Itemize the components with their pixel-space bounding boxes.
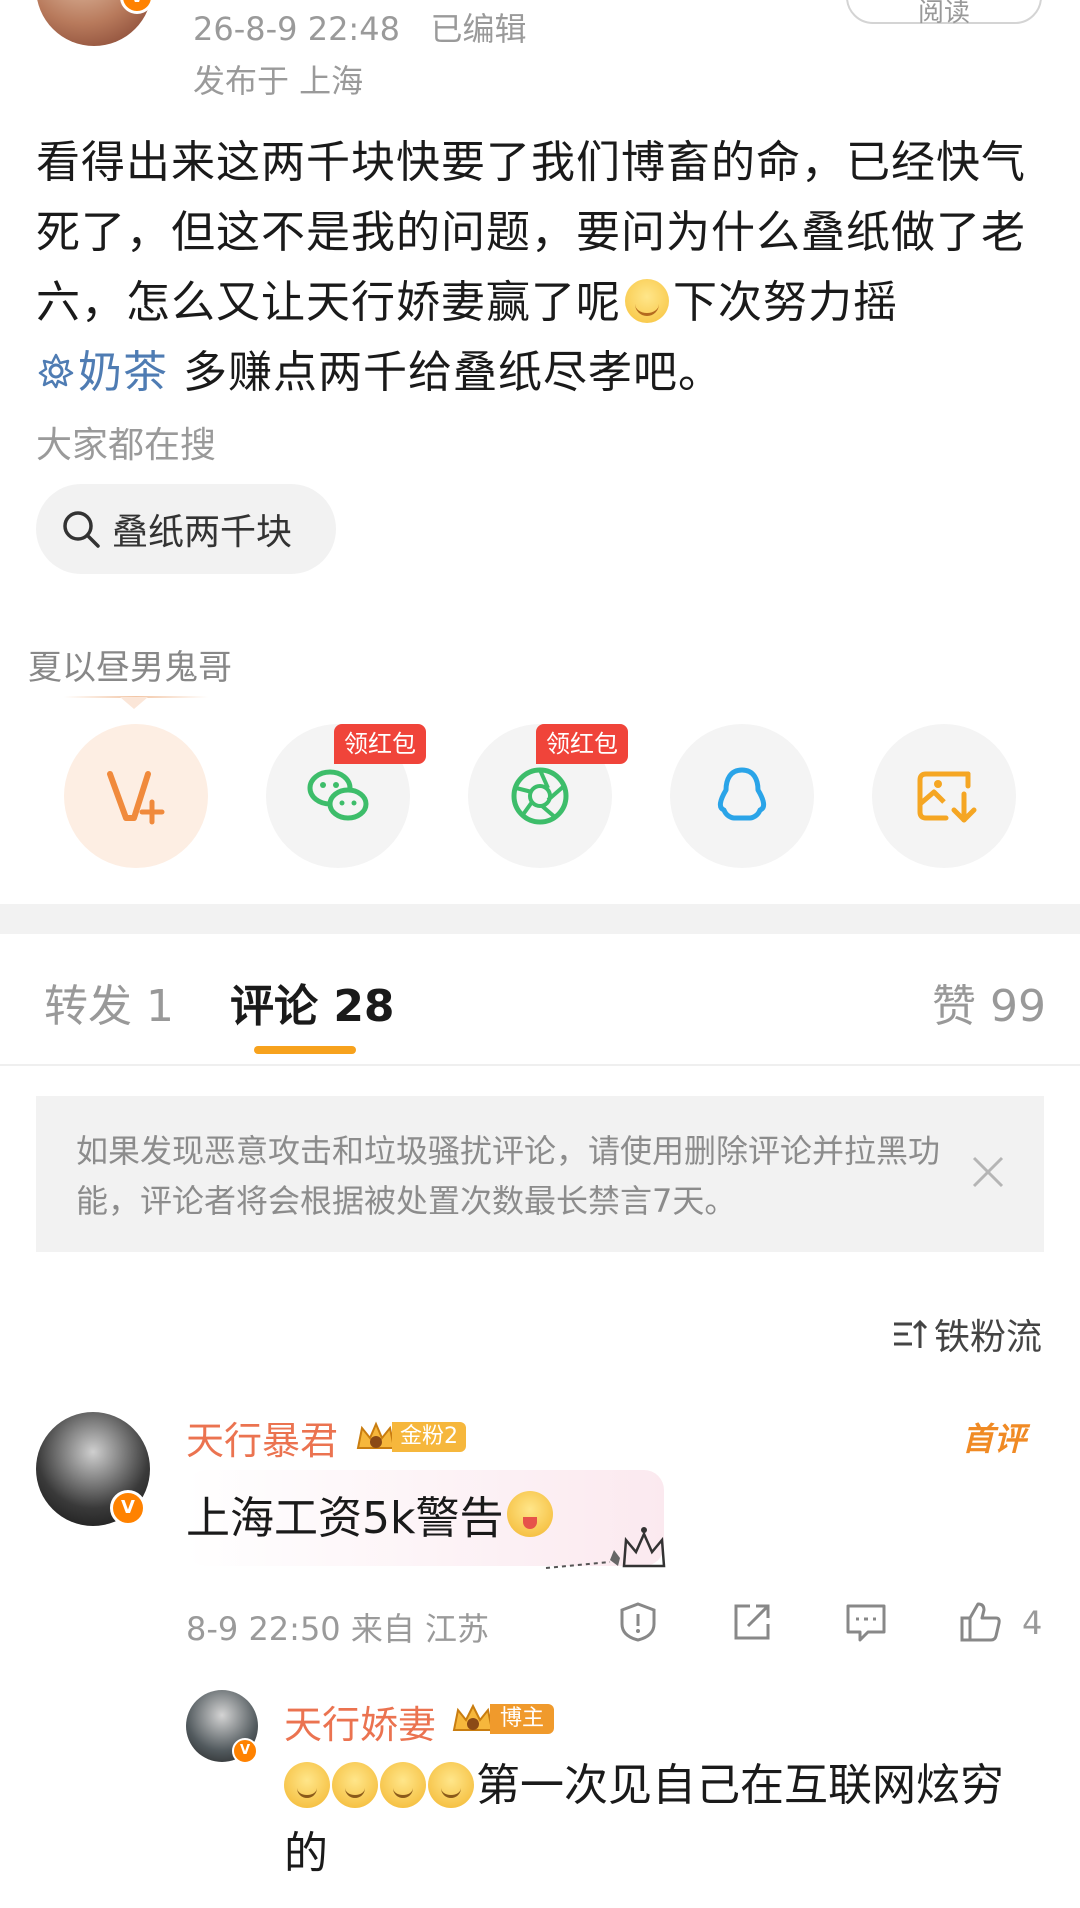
smile-emoji-icon	[332, 1762, 378, 1808]
post-meta: 26-8-9 22:48 已编辑	[193, 4, 526, 50]
moments-icon	[511, 767, 569, 825]
comment-icon[interactable]	[844, 1600, 888, 1644]
commenter-name[interactable]: 天行暴君	[186, 1410, 338, 1465]
share-recommend-label: 夏以昼男鬼哥	[28, 648, 232, 688]
smile-emoji-icon	[284, 1762, 330, 1808]
qq-icon	[717, 767, 767, 821]
author-badge: 博主	[450, 1700, 555, 1738]
post-text-part3: 多赚点两千给叠纸尽孝吧。	[168, 347, 723, 398]
search-icon	[63, 511, 100, 548]
topic-flower-icon	[38, 353, 74, 389]
verified-badge-icon: V	[232, 1738, 258, 1764]
comment-text: 上海工资5k警告	[186, 1482, 554, 1546]
vplus-icon	[107, 771, 165, 825]
active-tab-indicator	[254, 1046, 356, 1054]
replier-name[interactable]: 天行娇妻	[284, 1694, 436, 1749]
notice-text: 如果发现恶意攻击和垃圾骚扰评论，请使用删除评论并拉黑功能，评论者将会根据被处置次…	[76, 1132, 941, 1220]
post-text: 看得出来这两千块快要了我们博畜的命，已经快气死了，但这不是我的问题，要问为什么叠…	[36, 128, 1046, 408]
report-icon[interactable]	[616, 1600, 660, 1644]
reply-text: 第一次见自己在互联网炫穷的	[284, 1752, 1044, 1888]
post-text-part2: 下次努力摇	[673, 277, 898, 328]
first-comment-tag: 首评	[962, 1420, 1027, 1458]
read-count-button[interactable]: 阅读	[846, 0, 1042, 28]
smile-emoji-icon	[380, 1762, 426, 1808]
tab-repost[interactable]: 转发 1	[44, 970, 174, 1034]
fan-level-badge[interactable]: 金粉2	[354, 1418, 466, 1456]
verified-badge-icon: V	[110, 1490, 146, 1526]
comment-text-content: 上海工资5k警告	[186, 1493, 504, 1544]
sort-label: 铁粉流	[934, 1317, 1043, 1358]
comment-time-location: 8-9 22:50 来自 江苏	[186, 1610, 490, 1648]
edited-label[interactable]: 已编辑	[430, 10, 526, 48]
topic-link[interactable]: 奶茶	[36, 347, 168, 398]
search-chip-label: 叠纸两千块	[112, 512, 293, 553]
share-label-pointer	[120, 697, 148, 709]
post-location: 发布于 上海	[193, 62, 364, 100]
topic-label: 奶茶	[78, 347, 168, 398]
comment-policy-notice: 如果发现恶意攻击和垃圾骚扰评论，请使用删除评论并拉黑功能，评论者将会根据被处置次…	[36, 1096, 1044, 1252]
tab-likes[interactable]: 赞 99	[932, 970, 1046, 1034]
like-count: 4	[1022, 1604, 1043, 1642]
tab-comments[interactable]: 评论 28	[230, 970, 395, 1034]
wechat-icon	[307, 769, 369, 821]
smile-emoji-icon	[625, 279, 669, 323]
share-save-image-button[interactable]	[872, 724, 1016, 868]
red-packet-tag: 领红包	[536, 724, 628, 764]
section-divider	[0, 904, 1080, 934]
red-packet-tag: 领红包	[334, 724, 426, 764]
fan-badge-label: 金粉2	[392, 1422, 466, 1452]
share-vplus-button[interactable]	[64, 724, 208, 868]
like-icon[interactable]	[958, 1600, 1002, 1644]
post-timestamp: 26-8-9 22:48	[193, 10, 400, 48]
sort-button[interactable]: 铁粉流	[890, 1308, 1042, 1360]
close-icon[interactable]	[968, 1152, 1008, 1192]
smile-emoji-icon	[428, 1762, 474, 1808]
share-qq-button[interactable]	[670, 724, 814, 868]
tabs-divider	[0, 1064, 1080, 1066]
share-icon[interactable]	[730, 1600, 774, 1644]
sort-icon	[894, 1319, 928, 1348]
search-hint-label: 大家都在搜	[36, 425, 217, 466]
save-image-icon	[917, 771, 977, 823]
search-suggestion-chip[interactable]: 叠纸两千块	[36, 484, 336, 574]
author-badge-label: 博主	[490, 1704, 555, 1734]
crown-decoration-icon	[545, 1527, 666, 1569]
author-avatar[interactable]: V	[28, 0, 158, 46]
